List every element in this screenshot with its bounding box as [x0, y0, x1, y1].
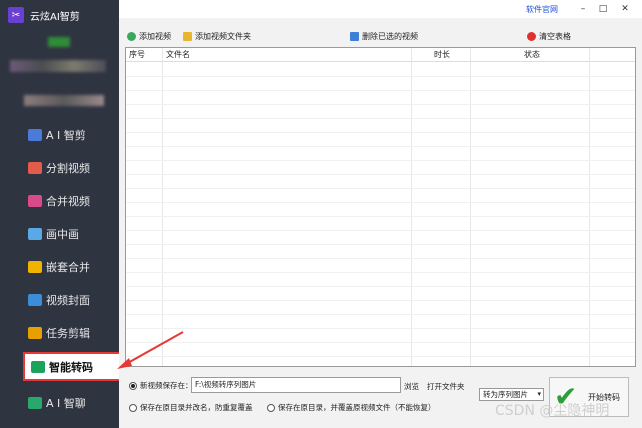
add-folder-button[interactable]: 添加视频文件夹 — [183, 31, 251, 42]
table-row-divider — [126, 76, 635, 77]
sidebar-item-label: 合并视频 — [46, 194, 90, 208]
column-divider — [470, 48, 471, 366]
software-website-link[interactable]: 软件官网 — [526, 4, 558, 15]
table-header: 序号 文件名 时长 状态 — [126, 48, 635, 62]
table-row-divider — [126, 118, 635, 119]
table-row-divider — [126, 202, 635, 203]
add-icon — [127, 32, 136, 41]
save-new-option[interactable]: 新视频保存在： — [129, 380, 193, 391]
sidebar-item-ai-chat[interactable]: A I 智聊 — [0, 386, 119, 419]
clear-table-button[interactable]: 清空表格 — [527, 31, 571, 42]
clear-table-label: 清空表格 — [539, 32, 571, 41]
blurred-avatar — [48, 37, 70, 47]
table-row-divider — [126, 90, 635, 91]
merge-video-icon — [28, 194, 42, 207]
open-folder-button[interactable]: 打开文件夹 — [427, 381, 465, 392]
add-folder-label: 添加视频文件夹 — [195, 32, 251, 41]
split-video-icon — [28, 161, 42, 174]
table-row-divider — [126, 104, 635, 105]
sidebar-item-video-cover[interactable]: 视频封面 — [0, 283, 119, 316]
video-table[interactable]: 序号 文件名 时长 状态 — [125, 47, 636, 367]
sidebar-item-ai-cut[interactable]: A I 智剪 — [0, 118, 119, 151]
app-title-bar: ✂ 云炫AI智剪 — [0, 0, 119, 30]
blurred-account-info — [24, 95, 104, 106]
column-index[interactable]: 序号 — [129, 48, 145, 62]
smart-transcode-icon — [31, 360, 45, 373]
radio-unselected-icon — [129, 404, 137, 412]
table-row-divider — [126, 174, 635, 175]
sidebar-item-label: 智能转码 — [49, 360, 93, 374]
table-row-divider — [126, 132, 635, 133]
table-row-divider — [126, 146, 635, 147]
sidebar-item-smart-transcode[interactable]: 智能转码 — [23, 352, 123, 381]
sidebar-item-label: 分割视频 — [46, 161, 90, 175]
sidebar-item-label: 任务剪辑 — [46, 326, 90, 340]
task-edit-icon — [28, 326, 42, 339]
table-row-divider — [126, 258, 635, 259]
table-row-divider — [126, 188, 635, 189]
watermark-text: CSDN @尘隐神明 — [495, 403, 610, 419]
sidebar-item-label: 视频封面 — [46, 293, 90, 307]
sidebar-item-split-video[interactable]: 分割视频 — [0, 151, 119, 184]
nest-merge-icon — [28, 260, 42, 273]
sidebar-item-picture-in-picture[interactable]: 画中画 — [0, 217, 119, 250]
output-path-input[interactable]: F:\视频转序列图片 — [191, 377, 401, 393]
video-cover-icon — [28, 293, 42, 306]
save-new-label: 新视频保存在： — [140, 381, 193, 390]
delete-selected-label: 删除已选的视频 — [362, 32, 418, 41]
keep-original-overwrite-option[interactable]: 保存在原目录，并覆盖原视频文件（不能恢复） — [267, 402, 436, 413]
column-divider — [162, 48, 163, 366]
close-button[interactable]: ✕ — [618, 2, 632, 16]
table-row-divider — [126, 230, 635, 231]
column-divider — [589, 48, 590, 366]
clear-icon — [527, 32, 536, 41]
sidebar-item-label: 嵌套合并 — [46, 260, 90, 274]
app-logo-icon: ✂ — [8, 7, 24, 23]
keep-original-overwrite-label: 保存在原目录，并覆盖原视频文件（不能恢复） — [278, 403, 436, 412]
toolbar: 添加视频 添加视频文件夹 删除已选的视频 清空表格 — [119, 31, 642, 47]
add-video-button[interactable]: 添加视频 — [127, 31, 171, 42]
main-panel: 软件官网 – □ ✕ 添加视频 添加视频文件夹 删除已选的视频 清空表格 序号 … — [119, 0, 642, 428]
column-status[interactable]: 状态 — [524, 48, 540, 62]
table-row-divider — [126, 160, 635, 161]
ai-chat-icon — [28, 396, 42, 409]
folder-icon — [183, 32, 192, 41]
window-bar: 软件官网 – □ ✕ — [119, 0, 642, 18]
sidebar: ✂ 云炫AI智剪 A I 智剪 分割视频合并视频画中画嵌套合并视频封面任务剪辑智能… — [0, 0, 123, 428]
app-title: 云炫AI智剪 — [30, 11, 80, 23]
table-row-divider — [126, 314, 635, 315]
column-duration[interactable]: 时长 — [434, 48, 450, 62]
minimize-button[interactable]: – — [576, 2, 590, 16]
radio-unselected-icon — [267, 404, 275, 412]
keep-original-rename-label: 保存在原目录并改名，防重复覆盖 — [140, 403, 253, 412]
table-row-divider — [126, 356, 635, 357]
keep-original-rename-option[interactable]: 保存在原目录并改名，防重复覆盖 — [129, 402, 253, 413]
sidebar-item-nest-merge[interactable]: 嵌套合并 — [0, 250, 119, 283]
add-video-label: 添加视频 — [139, 32, 171, 41]
sidebar-item-task-edit[interactable]: 任务剪辑 — [0, 316, 119, 349]
maximize-button[interactable]: □ — [596, 2, 610, 16]
delete-list-icon — [350, 32, 359, 41]
browse-button[interactable]: 浏览 — [404, 381, 419, 392]
blurred-username — [10, 60, 106, 72]
chevron-down-icon: ▾ — [537, 390, 541, 398]
column-divider — [411, 48, 412, 366]
sidebar-item-merge-video[interactable]: 合并视频 — [0, 184, 119, 217]
table-row-divider — [126, 300, 635, 301]
table-row-divider — [126, 342, 635, 343]
picture-in-picture-icon — [28, 227, 42, 240]
sidebar-item-label: 画中画 — [46, 227, 79, 241]
column-filename[interactable]: 文件名 — [166, 48, 190, 62]
sidebar-item-label: A I 智剪 — [46, 128, 86, 142]
convert-type-value: 转为序列图片 — [483, 390, 528, 399]
ai-cut-icon — [28, 128, 42, 141]
table-row-divider — [126, 272, 635, 273]
sidebar-item-label: A I 智聊 — [46, 396, 86, 410]
table-row-divider — [126, 286, 635, 287]
table-row-divider — [126, 328, 635, 329]
table-row-divider — [126, 244, 635, 245]
delete-selected-button[interactable]: 删除已选的视频 — [350, 31, 418, 42]
radio-selected-icon — [129, 382, 137, 390]
table-row-divider — [126, 216, 635, 217]
